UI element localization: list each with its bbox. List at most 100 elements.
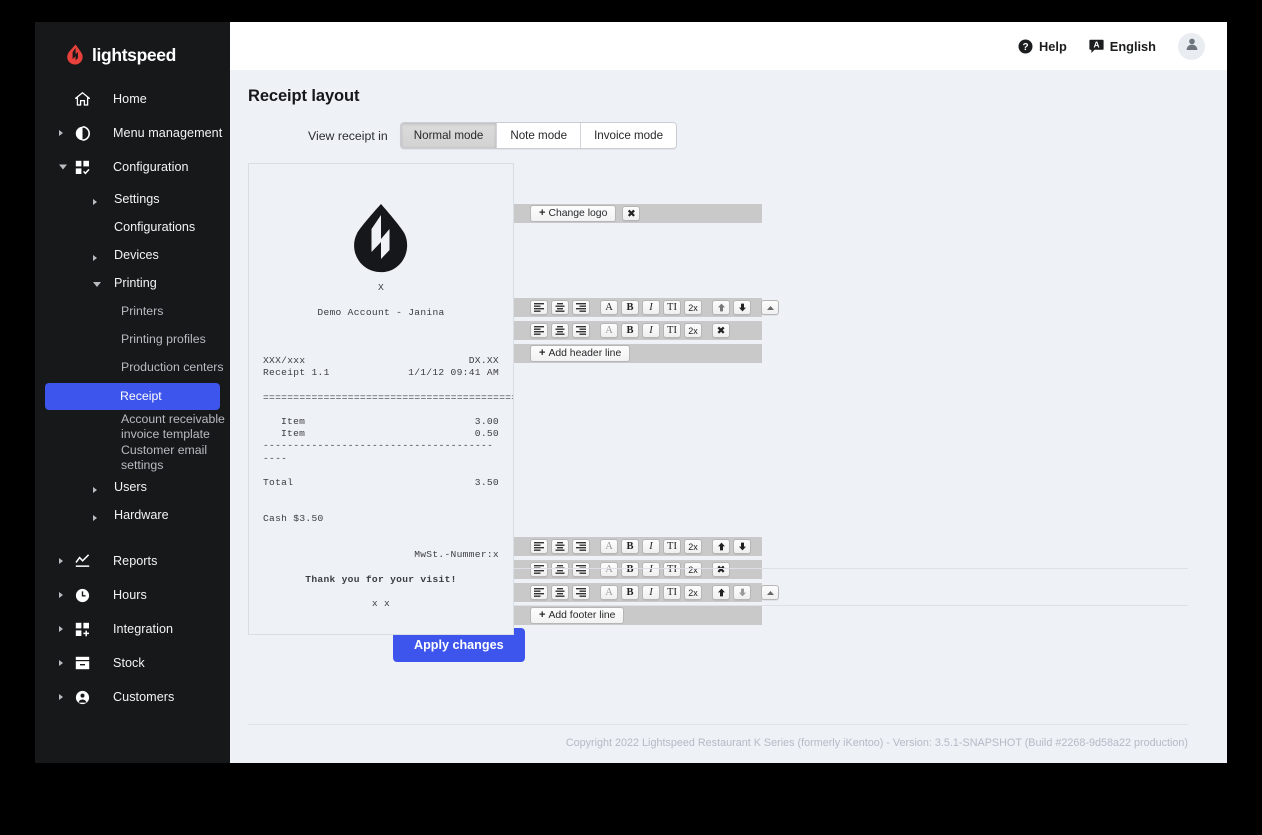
- receipt-preview: X Demo Account - Janina XXX/xxx DX.XX Re…: [248, 163, 514, 635]
- remove-line-button[interactable]: ✖: [712, 323, 730, 338]
- tab-invoice-mode[interactable]: Invoice mode: [581, 123, 677, 148]
- add-header-line-button[interactable]: + Add header line: [530, 345, 631, 362]
- sidebar-item-hours[interactable]: Hours: [35, 580, 230, 610]
- sidebar-item-hardware[interactable]: Hardware: [35, 502, 230, 529]
- sidebar-item-customer-email-settings[interactable]: Customer email settings: [35, 443, 230, 473]
- chevron-right-icon[interactable]: [93, 487, 97, 493]
- receipt-total-row: Total 3.50: [263, 477, 499, 489]
- double-width-button[interactable]: 2x: [684, 300, 702, 315]
- chevron-down-icon[interactable]: [59, 164, 67, 170]
- main-area: ? Help A English Receipt layout View rec…: [230, 22, 1227, 763]
- font-normal-button[interactable]: A: [600, 323, 618, 338]
- move-up-button[interactable]: [712, 300, 730, 315]
- brand-name: lightspeed: [92, 44, 177, 65]
- double-height-button[interactable]: TI: [663, 539, 681, 554]
- double-width-button[interactable]: 2x: [684, 539, 702, 554]
- chevron-right-icon[interactable]: [59, 592, 63, 598]
- sidebar-subitem-label: Configurations: [114, 220, 196, 234]
- top-bar: ? Help A English: [230, 22, 1227, 70]
- sidebar-item-account-receivable-invoice-template[interactable]: Account receivable invoice template: [35, 412, 230, 442]
- align-left-button[interactable]: [530, 539, 548, 554]
- chevron-right-icon[interactable]: [93, 199, 97, 205]
- tab-note-mode[interactable]: Note mode: [497, 123, 582, 148]
- sidebar-item-users[interactable]: Users: [35, 474, 230, 501]
- tab-normal-mode[interactable]: Normal mode: [400, 123, 498, 148]
- sidebar-item-printing-profiles[interactable]: Printing profiles: [35, 326, 230, 353]
- double-height-button[interactable]: TI: [663, 323, 681, 338]
- italic-button[interactable]: I: [642, 539, 660, 554]
- chevron-down-icon[interactable]: [93, 282, 101, 287]
- sidebar-item-printers[interactable]: Printers: [35, 298, 230, 325]
- align-left-button[interactable]: [530, 323, 548, 338]
- align-center-button[interactable]: [551, 539, 569, 554]
- sidebar-item-production-centers[interactable]: Production centers: [35, 354, 230, 381]
- sidebar-item-settings[interactable]: Settings: [35, 186, 230, 213]
- collapse-icon: [766, 305, 774, 310]
- sidebar-item-reports[interactable]: Reports: [35, 546, 230, 576]
- receipt-item-name: Item: [281, 415, 306, 427]
- bold-button[interactable]: B: [621, 323, 639, 338]
- italic-button[interactable]: I: [642, 323, 660, 338]
- arrow-up-icon: [717, 542, 725, 551]
- align-left-icon: [534, 303, 544, 312]
- sidebar-item-stock[interactable]: Stock: [35, 648, 230, 678]
- remove-x-icon: ✖: [626, 208, 636, 220]
- move-up-button[interactable]: [712, 539, 730, 554]
- sidebar-item-configurations[interactable]: Configurations: [35, 214, 230, 241]
- align-center-button[interactable]: [551, 323, 569, 338]
- sidebar-nav: Home Menu management Configuration Setti…: [35, 84, 230, 712]
- chevron-right-icon[interactable]: [59, 558, 63, 564]
- sidebar-item-menu-management[interactable]: Menu management: [35, 118, 230, 148]
- help-circle-icon: ?: [1018, 39, 1033, 54]
- font-normal-button[interactable]: A: [600, 539, 618, 554]
- avatar[interactable]: [1178, 32, 1205, 60]
- help-button[interactable]: ? Help: [1018, 39, 1067, 54]
- sidebar-item-customers[interactable]: Customers: [35, 682, 230, 712]
- receipt-meta-right-1: DX.XX: [468, 354, 499, 366]
- move-down-button[interactable]: [733, 300, 751, 315]
- chevron-right-icon[interactable]: [59, 660, 63, 666]
- font-normal-button[interactable]: A: [600, 300, 618, 315]
- align-center-button[interactable]: [551, 300, 569, 315]
- configuration-icon: [74, 159, 90, 175]
- chevron-right-icon[interactable]: [93, 255, 97, 261]
- sidebar-subitem-label: Production centers: [121, 360, 224, 374]
- chevron-right-icon[interactable]: [59, 626, 63, 632]
- sidebar-item-integration[interactable]: Integration: [35, 614, 230, 644]
- bold-button[interactable]: B: [621, 300, 639, 315]
- sidebar-item-printing[interactable]: Printing: [35, 270, 230, 297]
- sidebar-subitem-label: Devices: [114, 248, 159, 262]
- sidebar-item-home[interactable]: Home: [35, 84, 230, 114]
- language-button[interactable]: A English: [1089, 39, 1156, 54]
- sidebar-item-devices[interactable]: Devices: [35, 242, 230, 269]
- customers-person-icon: [74, 689, 90, 705]
- chevron-right-icon[interactable]: [59, 130, 63, 136]
- remove-logo-button[interactable]: ✖: [622, 206, 641, 221]
- change-logo-button[interactable]: + Change logo: [530, 205, 617, 222]
- sidebar-item-receipt[interactable]: Receipt: [45, 383, 220, 410]
- brand-logo-area[interactable]: lightspeed: [35, 22, 230, 72]
- align-left-button[interactable]: [530, 300, 548, 315]
- align-right-button[interactable]: [572, 323, 590, 338]
- sidebar-item-configuration[interactable]: Configuration: [35, 152, 230, 182]
- receipt-logo[interactable]: [263, 164, 499, 282]
- sidebar-item-label: Configuration: [113, 160, 189, 174]
- collapse-button[interactable]: [761, 300, 779, 315]
- sidebar-subitem-label: Hardware: [114, 508, 169, 522]
- chevron-right-icon[interactable]: [59, 694, 63, 700]
- chevron-right-icon[interactable]: [93, 515, 97, 521]
- bold-button[interactable]: B: [621, 539, 639, 554]
- italic-button[interactable]: I: [642, 300, 660, 315]
- receipt-item-name: Item: [281, 428, 306, 440]
- arrow-down-icon: [738, 542, 746, 551]
- align-right-button[interactable]: [572, 539, 590, 554]
- sidebar-item-label: Hours: [113, 588, 147, 602]
- move-down-button[interactable]: [733, 539, 751, 554]
- align-right-button[interactable]: [572, 300, 590, 315]
- double-width-button[interactable]: 2x: [684, 323, 702, 338]
- double-height-button[interactable]: TI: [663, 300, 681, 315]
- receipt-item-row: Item 0.50: [263, 428, 499, 440]
